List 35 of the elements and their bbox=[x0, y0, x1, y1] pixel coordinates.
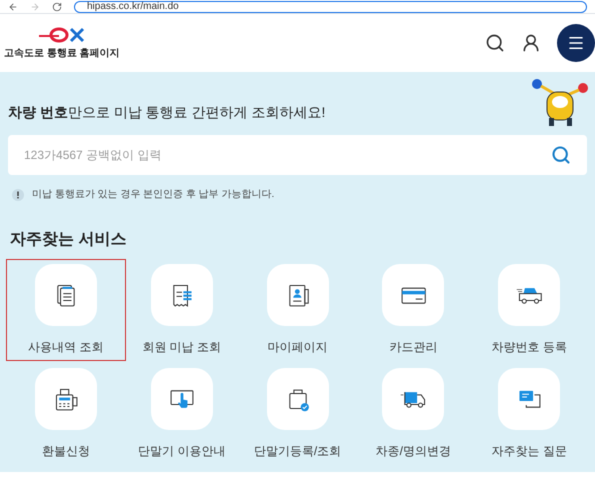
service-label: 차종/명의변경 bbox=[376, 443, 451, 460]
service-tile[interactable]: 차종/명의변경 bbox=[354, 364, 472, 464]
service-tile[interactable]: 단말기 이용안내 bbox=[122, 364, 241, 464]
service-label: 사용내역 조회 bbox=[28, 339, 104, 356]
service-tile[interactable]: 자주찾는 질문 bbox=[470, 364, 588, 464]
notice-text: 미납 통행료가 있는 경우 본인인증 후 납부 가능합니다. bbox=[32, 188, 274, 202]
service-label: 마이페이지 bbox=[268, 339, 328, 356]
service-tile[interactable]: 사용내역 조회 bbox=[6, 260, 125, 360]
address-bar[interactable]: hipass.co.kr/main.do bbox=[74, 0, 587, 12]
service-label: 차량번호 등록 bbox=[491, 339, 567, 356]
info-icon bbox=[12, 188, 24, 200]
service-label: 단말기 이용안내 bbox=[138, 443, 226, 460]
search-field[interactable]: 123가4567 공백없이 입력 bbox=[8, 135, 587, 175]
search-icon[interactable] bbox=[485, 33, 505, 53]
service-label: 단말기등록/조회 bbox=[254, 443, 342, 460]
menu-icon bbox=[567, 34, 585, 52]
section-title: 자주찾는 서비스 bbox=[9, 230, 128, 250]
logo-icon bbox=[36, 26, 87, 44]
service-tile[interactable]: 차량번호 등록 bbox=[470, 260, 588, 360]
user-icon[interactable] bbox=[521, 33, 541, 53]
menu-button[interactable] bbox=[557, 24, 595, 62]
service-tile[interactable]: 회원 미납 조회 bbox=[122, 260, 241, 360]
service-label: 환불신청 bbox=[42, 443, 90, 460]
reload-icon[interactable] bbox=[52, 2, 62, 12]
back-icon[interactable] bbox=[8, 2, 18, 12]
service-tile[interactable]: 환불신청 bbox=[6, 364, 125, 464]
site-name: 고속도로 통행료 홈페이지 bbox=[4, 46, 120, 60]
hero-heading: 차량 번호만으로 미납 통행료 간편하게 조회하세요! bbox=[8, 103, 326, 122]
service-tile[interactable]: 마이페이지 bbox=[238, 260, 356, 360]
service-label: 자주찾는 질문 bbox=[491, 443, 567, 460]
service-label: 회원 미납 조회 bbox=[142, 339, 222, 356]
service-tile[interactable]: 단말기등록/조회 bbox=[238, 364, 356, 464]
service-tile[interactable]: 카드관리 bbox=[354, 260, 472, 360]
plate-search-field[interactable]: 123가4567 공백없이 입력 bbox=[24, 146, 551, 164]
service-label: 카드관리 bbox=[389, 339, 438, 356]
